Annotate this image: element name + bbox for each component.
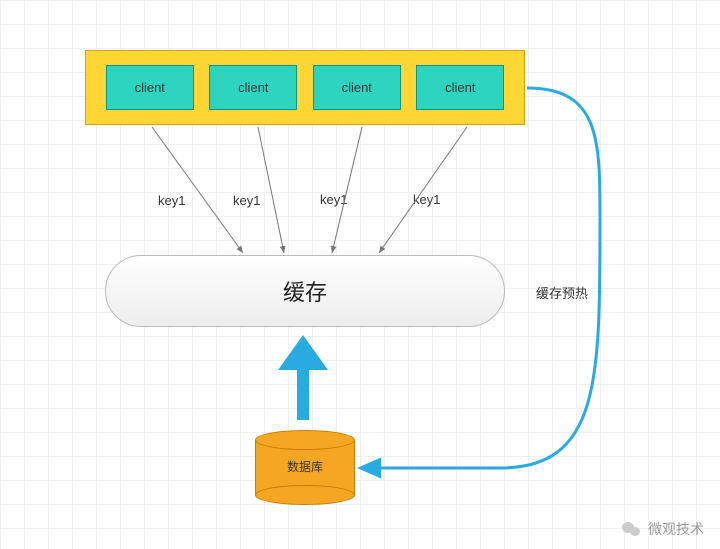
client-box-2: client [209,65,297,110]
up-arrow-icon [278,335,328,420]
watermark-text: 微观技术 [648,519,704,539]
watermark: 微观技术 [622,519,704,539]
client-box-4: client [416,65,504,110]
wechat-icon [622,521,642,537]
request-label-4: key1 [413,192,440,207]
request-label-1: key1 [158,193,185,208]
client-box-1: client [106,65,194,110]
clients-container: client client client client [85,50,525,125]
request-label-3: key1 [320,192,347,207]
database-label: 数据库 [255,458,355,475]
client-box-3: client [313,65,401,110]
request-label-2: key1 [233,193,260,208]
cache-node: 缓存 [105,255,505,327]
database-node: 数据库 [255,430,355,505]
preheat-label: 缓存预热 [536,283,588,302]
